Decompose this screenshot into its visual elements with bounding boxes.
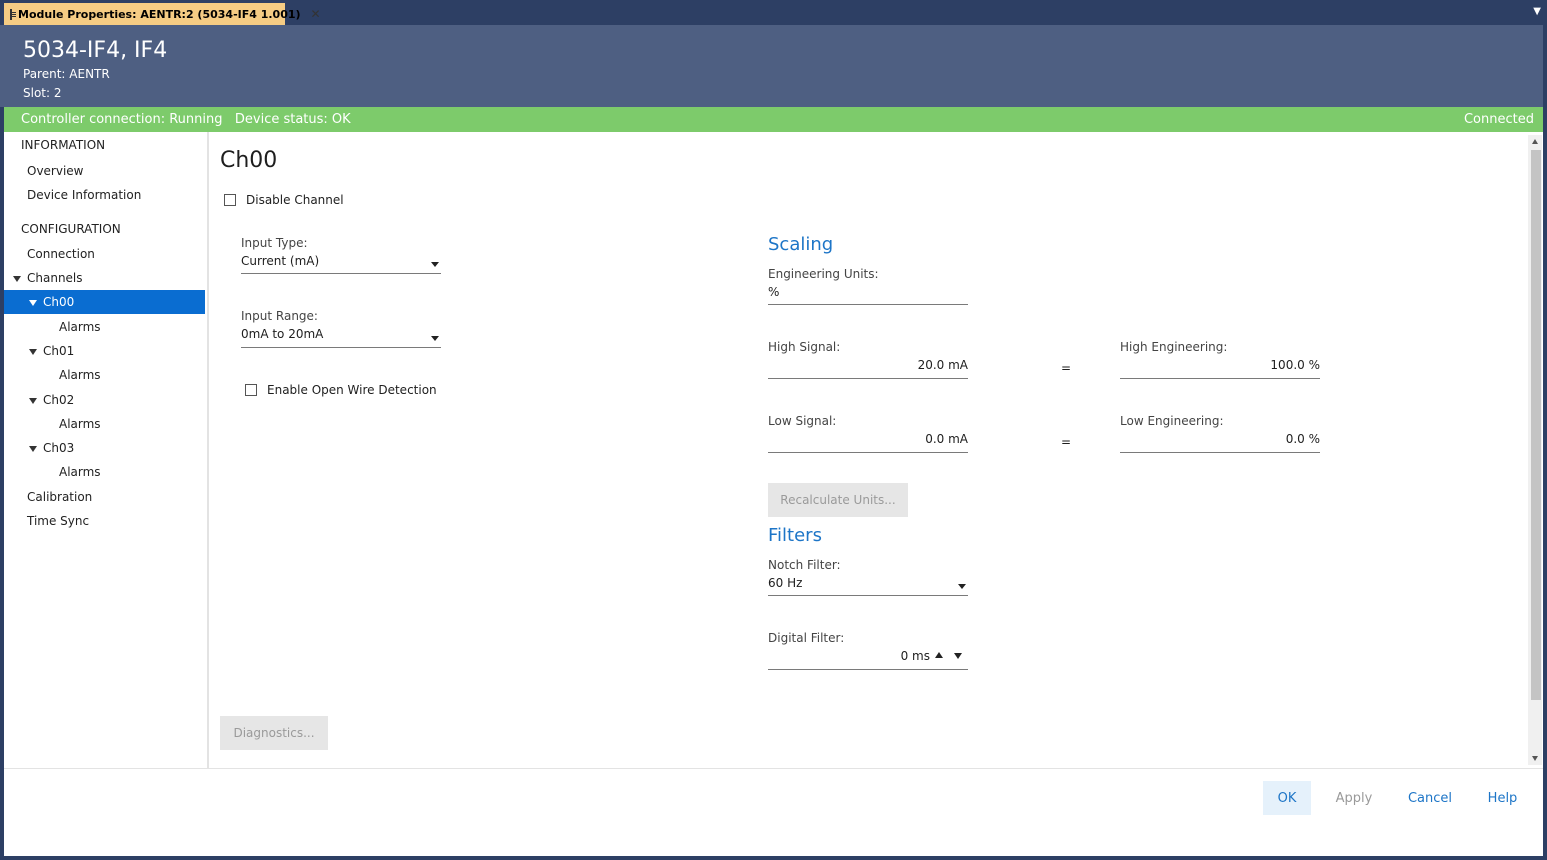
- filters-section-title: Filters: [768, 525, 822, 546]
- engineering-units-label: Engineering Units:: [768, 267, 879, 281]
- nav-item-ch03[interactable]: Ch03: [4, 436, 205, 460]
- slot-label: Slot: 2: [23, 86, 62, 100]
- help-button[interactable]: Help: [1480, 781, 1525, 815]
- nav-item-ch00[interactable]: Ch00: [4, 290, 205, 314]
- recalculate-units-button[interactable]: Recalculate Units...: [768, 483, 908, 517]
- input-range-underline: [241, 347, 441, 348]
- high-engineering-underline: [1120, 378, 1320, 379]
- decrement-arrow-icon[interactable]: [954, 653, 962, 659]
- expand-arrow-icon[interactable]: [29, 397, 37, 404]
- cancel-button[interactable]: Cancel: [1400, 781, 1460, 815]
- connection-status-text: Controller connection: Running Device st…: [21, 112, 351, 127]
- scrollbar-thumb[interactable]: [1531, 150, 1541, 700]
- low-signal-underline: [768, 452, 968, 453]
- low-equals-sign: =: [1061, 435, 1072, 449]
- category-nav: INFORMATION Overview Device Information …: [4, 132, 209, 768]
- input-range-value[interactable]: 0mA to 20mA: [241, 327, 323, 341]
- nav-item-device-information[interactable]: Device Information: [4, 183, 205, 207]
- nav-item-calibration[interactable]: Calibration: [4, 485, 205, 509]
- open-wire-checkbox[interactable]: [245, 384, 257, 396]
- nav-item-label: Channels: [27, 271, 83, 285]
- low-engineering-underline: [1120, 452, 1320, 453]
- chevron-down-icon[interactable]: [958, 584, 966, 589]
- engineering-units-input[interactable]: %: [768, 285, 779, 299]
- notch-filter-label: Notch Filter:: [768, 558, 841, 572]
- window-frame-right: [1543, 25, 1547, 860]
- digital-filter-input[interactable]: 0 ms: [768, 649, 930, 663]
- input-type-value[interactable]: Current (mA): [241, 254, 319, 268]
- high-engineering-label: High Engineering:: [1120, 340, 1228, 354]
- parent-label: Parent: AENTR: [23, 67, 110, 81]
- high-signal-input[interactable]: 20.0 mA: [768, 358, 968, 372]
- scroll-down-icon[interactable]: [1532, 756, 1538, 761]
- nav-section-configuration: CONFIGURATION: [21, 222, 121, 236]
- nav-item-ch01[interactable]: Ch01: [4, 339, 205, 363]
- nav-item-label: Ch02: [43, 393, 75, 407]
- input-type-label: Input Type:: [241, 236, 308, 250]
- tab-menu-icon[interactable]: ▼: [1533, 6, 1541, 17]
- apply-button[interactable]: Apply: [1326, 781, 1382, 815]
- nav-item-ch00-alarms[interactable]: Alarms: [4, 315, 205, 339]
- low-signal-input[interactable]: 0.0 mA: [768, 432, 968, 446]
- nav-item-ch02[interactable]: Ch02: [4, 388, 205, 412]
- diagnostics-button[interactable]: Diagnostics...: [220, 716, 328, 750]
- nav-item-label: Ch03: [43, 441, 75, 455]
- scaling-section-title: Scaling: [768, 234, 834, 255]
- document-icon: [10, 8, 16, 20]
- input-type-underline: [241, 273, 441, 274]
- low-engineering-input[interactable]: 0.0 %: [1120, 432, 1320, 446]
- nav-item-overview[interactable]: Overview: [4, 159, 205, 183]
- window-frame-left: [0, 107, 4, 860]
- input-range-label: Input Range:: [241, 309, 318, 323]
- dialog-button-bar: [4, 768, 1543, 857]
- high-engineering-input[interactable]: 100.0 %: [1120, 358, 1320, 372]
- page-title: Ch00: [220, 148, 278, 173]
- nav-item-channels[interactable]: Channels: [4, 266, 205, 290]
- high-signal-label: High Signal:: [768, 340, 841, 354]
- module-header: [0, 25, 1547, 107]
- tab-title: Module Properties: AENTR:2 (5034-IF4 1.0…: [18, 7, 301, 21]
- expand-arrow-icon[interactable]: [29, 348, 37, 355]
- nav-item-time-sync[interactable]: Time Sync: [4, 509, 205, 533]
- expand-arrow-icon[interactable]: [29, 445, 37, 452]
- high-signal-underline: [768, 378, 968, 379]
- nav-item-label: Ch00: [43, 295, 75, 309]
- window-frame-bottom: [0, 856, 1547, 860]
- notch-filter-underline: [768, 595, 968, 596]
- ok-button[interactable]: OK: [1263, 781, 1311, 815]
- low-engineering-label: Low Engineering:: [1120, 414, 1224, 428]
- notch-filter-value[interactable]: 60 Hz: [768, 576, 802, 590]
- nav-item-ch01-alarms[interactable]: Alarms: [4, 363, 205, 387]
- module-title: 5034-IF4, IF4: [23, 38, 168, 63]
- disable-channel-label: Disable Channel: [246, 193, 344, 207]
- nav-item-connection[interactable]: Connection: [4, 242, 205, 266]
- nav-item-label: Ch01: [43, 344, 75, 358]
- nav-section-information: INFORMATION: [21, 138, 106, 152]
- engineering-units-underline: [768, 304, 968, 305]
- digital-filter-label: Digital Filter:: [768, 631, 845, 645]
- open-wire-label: Enable Open Wire Detection: [267, 383, 437, 397]
- document-tab[interactable]: Module Properties: AENTR:2 (5034-IF4 1.0…: [4, 3, 321, 25]
- digital-filter-underline: [768, 669, 968, 670]
- nav-item-ch03-alarms[interactable]: Alarms: [4, 460, 205, 484]
- close-tab-icon[interactable]: ✕: [311, 7, 321, 21]
- connected-status-text: Connected: [1463, 112, 1534, 127]
- status-bar: Controller connection: Running Device st…: [4, 107, 1543, 132]
- nav-item-ch02-alarms[interactable]: Alarms: [4, 412, 205, 436]
- disable-channel-checkbox[interactable]: [224, 194, 236, 206]
- high-equals-sign: =: [1061, 361, 1072, 375]
- increment-arrow-icon[interactable]: [935, 652, 943, 658]
- low-signal-label: Low Signal:: [768, 414, 837, 428]
- chevron-down-icon[interactable]: [431, 336, 439, 341]
- chevron-down-icon[interactable]: [431, 262, 439, 267]
- expand-arrow-icon[interactable]: [13, 275, 21, 282]
- expand-arrow-icon[interactable]: [29, 299, 37, 306]
- scroll-up-icon[interactable]: [1532, 139, 1538, 144]
